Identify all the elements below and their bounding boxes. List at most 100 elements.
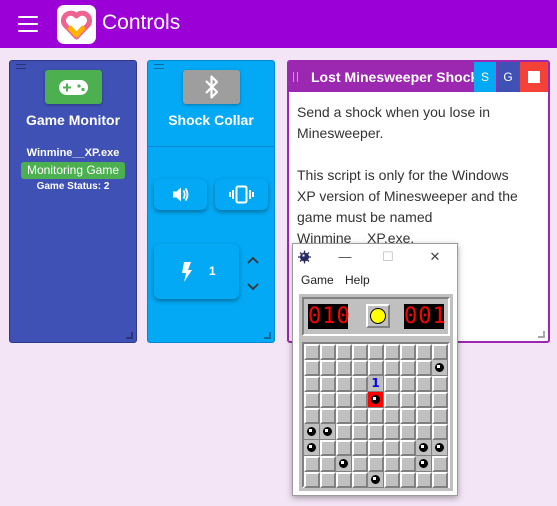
stop-button[interactable] bbox=[520, 62, 548, 92]
mine-cell[interactable] bbox=[320, 408, 336, 424]
mine-cell[interactable] bbox=[368, 440, 384, 456]
settings-button[interactable]: S bbox=[474, 62, 496, 92]
mine-cell[interactable] bbox=[304, 408, 320, 424]
mine-cell[interactable] bbox=[352, 456, 368, 472]
mine-cell[interactable] bbox=[320, 376, 336, 392]
menu-icon[interactable] bbox=[18, 16, 38, 32]
mine-cell[interactable] bbox=[416, 360, 432, 376]
mine-cell[interactable] bbox=[336, 376, 352, 392]
mine-cell[interactable] bbox=[320, 424, 336, 440]
mine-cell[interactable] bbox=[320, 456, 336, 472]
mine-cell[interactable] bbox=[336, 472, 352, 488]
chevron-down-icon[interactable] bbox=[245, 280, 261, 294]
chevron-up-icon[interactable] bbox=[245, 253, 261, 267]
close-icon[interactable]: ✕ bbox=[426, 248, 444, 266]
mine-cell[interactable] bbox=[304, 456, 320, 472]
face-button[interactable] bbox=[366, 304, 390, 328]
mine-cell[interactable] bbox=[368, 392, 384, 408]
mine-cell[interactable] bbox=[336, 360, 352, 376]
mine-cell[interactable] bbox=[432, 360, 448, 376]
mine-cell[interactable] bbox=[368, 408, 384, 424]
mine-cell[interactable] bbox=[416, 472, 432, 488]
menu-help[interactable]: Help bbox=[345, 273, 370, 287]
mine-cell[interactable] bbox=[304, 376, 320, 392]
minimize-icon[interactable]: — bbox=[336, 248, 354, 266]
mine-cell[interactable] bbox=[384, 360, 400, 376]
window-titlebar[interactable]: — ☐ ✕ bbox=[293, 244, 457, 270]
mine-cell[interactable] bbox=[384, 376, 400, 392]
mine-cell[interactable] bbox=[336, 424, 352, 440]
mine-cell[interactable] bbox=[352, 472, 368, 488]
mine-cell[interactable] bbox=[400, 376, 416, 392]
game-button[interactable]: G bbox=[497, 62, 519, 92]
mine-cell[interactable] bbox=[432, 408, 448, 424]
mine-cell[interactable] bbox=[384, 424, 400, 440]
mine-cell[interactable] bbox=[416, 392, 432, 408]
shock-button[interactable]: 1 bbox=[154, 244, 239, 299]
mine-cell[interactable] bbox=[368, 360, 384, 376]
mine-cell[interactable] bbox=[320, 440, 336, 456]
mine-cell[interactable] bbox=[336, 408, 352, 424]
mine-cell[interactable] bbox=[352, 360, 368, 376]
mine-cell[interactable] bbox=[320, 360, 336, 376]
mine-cell[interactable] bbox=[432, 392, 448, 408]
mine-cell[interactable] bbox=[320, 392, 336, 408]
mine-cell[interactable] bbox=[432, 344, 448, 360]
mine-cell[interactable] bbox=[320, 472, 336, 488]
drag-handle[interactable] bbox=[16, 64, 26, 69]
mine-cell[interactable] bbox=[400, 424, 416, 440]
mine-cell[interactable] bbox=[384, 456, 400, 472]
mine-cell[interactable] bbox=[416, 456, 432, 472]
mine-cell[interactable] bbox=[336, 344, 352, 360]
mine-cell[interactable] bbox=[432, 456, 448, 472]
mine-cell[interactable] bbox=[416, 408, 432, 424]
mine-cell[interactable] bbox=[304, 472, 320, 488]
mine-cell[interactable] bbox=[432, 424, 448, 440]
mine-cell[interactable] bbox=[352, 376, 368, 392]
mine-cell[interactable] bbox=[352, 408, 368, 424]
mine-cell[interactable] bbox=[432, 440, 448, 456]
mine-cell[interactable] bbox=[416, 424, 432, 440]
mine-cell[interactable] bbox=[368, 344, 384, 360]
mine-cell[interactable] bbox=[336, 456, 352, 472]
mine-cell[interactable] bbox=[352, 440, 368, 456]
mine-cell[interactable] bbox=[352, 424, 368, 440]
gamepad-button[interactable] bbox=[45, 70, 102, 104]
mine-cell[interactable] bbox=[416, 440, 432, 456]
mine-cell[interactable] bbox=[400, 472, 416, 488]
mine-cell[interactable] bbox=[336, 440, 352, 456]
mine-cell[interactable] bbox=[416, 344, 432, 360]
drag-handle[interactable] bbox=[154, 64, 164, 69]
mine-cell[interactable]: 1 bbox=[368, 376, 384, 392]
mine-cell[interactable] bbox=[400, 392, 416, 408]
mine-cell[interactable] bbox=[384, 440, 400, 456]
bluetooth-button[interactable] bbox=[183, 70, 240, 104]
mine-cell[interactable] bbox=[336, 392, 352, 408]
mine-cell[interactable] bbox=[432, 376, 448, 392]
resize-handle[interactable] bbox=[126, 332, 133, 339]
mine-cell[interactable] bbox=[384, 472, 400, 488]
mine-cell[interactable] bbox=[384, 392, 400, 408]
mine-cell[interactable] bbox=[368, 424, 384, 440]
mine-cell[interactable] bbox=[400, 440, 416, 456]
menu-game[interactable]: Game bbox=[301, 273, 334, 287]
mine-cell[interactable] bbox=[384, 408, 400, 424]
resize-handle[interactable] bbox=[538, 331, 545, 338]
mine-cell[interactable] bbox=[400, 344, 416, 360]
mine-cell[interactable] bbox=[352, 344, 368, 360]
mine-cell[interactable] bbox=[400, 456, 416, 472]
mine-cell[interactable] bbox=[384, 344, 400, 360]
mine-cell[interactable] bbox=[352, 392, 368, 408]
mine-cell[interactable] bbox=[416, 376, 432, 392]
vibrate-button[interactable] bbox=[215, 179, 268, 210]
mine-cell[interactable] bbox=[320, 344, 336, 360]
mine-cell[interactable] bbox=[304, 360, 320, 376]
mine-cell[interactable] bbox=[304, 424, 320, 440]
mine-cell[interactable] bbox=[304, 344, 320, 360]
drag-handle[interactable] bbox=[293, 72, 298, 82]
mine-cell[interactable] bbox=[304, 440, 320, 456]
resize-handle[interactable] bbox=[264, 332, 271, 339]
mine-cell[interactable] bbox=[432, 472, 448, 488]
mine-cell[interactable] bbox=[400, 408, 416, 424]
mine-cell[interactable] bbox=[400, 360, 416, 376]
